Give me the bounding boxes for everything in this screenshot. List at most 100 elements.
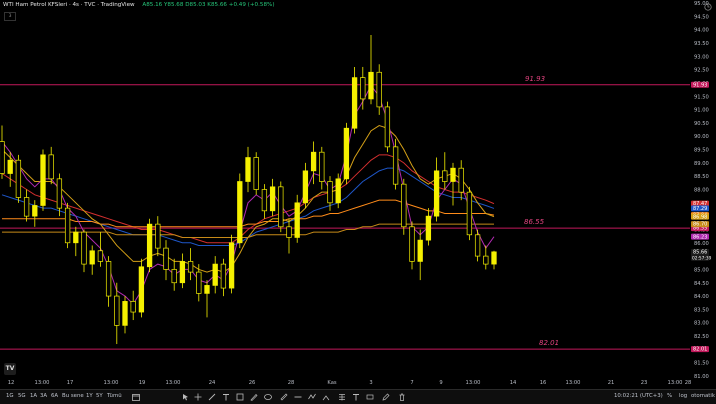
candle <box>384 106 391 148</box>
fib-icon[interactable] <box>338 393 346 401</box>
time-tick-label: 12 <box>8 380 15 386</box>
timeframe-3m[interactable]: 3A <box>40 393 47 399</box>
pencil-icon[interactable] <box>382 393 390 401</box>
price-tick-label: 93.00 <box>694 54 709 60</box>
price-tick-label: 88.50 <box>694 174 709 180</box>
candle <box>89 250 95 265</box>
chart-title-row: WTI Ham Petrol KFSleri · 4s · TVC · Trad… <box>3 2 275 8</box>
ruler-icon[interactable] <box>280 393 288 401</box>
candle <box>15 159 22 198</box>
candle <box>442 170 448 182</box>
candle <box>417 239 423 262</box>
trend-line-icon[interactable] <box>208 393 216 401</box>
time-tick-label: Kas <box>327 380 336 386</box>
candle <box>163 247 169 270</box>
timeframe-5y[interactable]: 5Y <box>96 393 103 399</box>
symbol-title[interactable]: WTI Ham Petrol KFSleri · 4s · TVC · Trad… <box>3 2 135 8</box>
price-tick-label: 81.50 <box>694 361 709 367</box>
candle <box>64 207 71 244</box>
candle <box>155 223 161 249</box>
percent-toggle[interactable]: % <box>667 393 672 399</box>
candle <box>212 263 218 286</box>
price-tag-label: 91.93 <box>693 82 707 88</box>
brush-icon[interactable] <box>250 393 258 401</box>
timeframe-5d[interactable]: 5G <box>18 393 26 399</box>
auto-toggle[interactable]: otomatik <box>691 393 715 399</box>
time-axis[interactable]: 12 13:00 17 13:00 19 13:00 24 26 28 Kas 3 7 9 13:00 14… <box>8 380 692 386</box>
price-chart[interactable]: 91.93 86.55 82.01 95.0094.5094.0093.5093.0… <box>0 0 716 390</box>
collapse-label: 3 <box>8 14 12 19</box>
candle <box>204 285 210 294</box>
log-toggle[interactable]: log <box>679 393 687 399</box>
time-tick-label: 13:00 <box>104 380 119 386</box>
price-axis[interactable]: 95.0094.5094.0093.5093.0092.5092.0091.50… <box>694 1 709 380</box>
timeframe-1d[interactable]: 1G <box>6 393 14 399</box>
collapse-indicators-button[interactable]: 3 <box>4 12 16 21</box>
time-tick-label: 3 <box>369 380 372 386</box>
long-position-icon[interactable] <box>322 393 330 401</box>
candle <box>360 77 366 100</box>
timeframe-6m[interactable]: 6A <box>51 393 58 399</box>
candle <box>97 250 104 262</box>
candle <box>269 186 276 212</box>
countdown-label: 02:57:39 <box>692 255 712 261</box>
candle <box>474 234 481 257</box>
candle <box>343 127 350 180</box>
horizontal-line-icon[interactable] <box>294 393 302 401</box>
time-tick-label: 7 <box>410 380 413 386</box>
time-tick-label: 21 <box>608 380 615 386</box>
tradingview-logo-icon[interactable]: TV <box>4 363 16 375</box>
timeframe-1m[interactable]: 1A <box>30 393 37 399</box>
candle <box>368 71 374 100</box>
time-tick-label: 28 <box>685 380 692 386</box>
date-range-icon[interactable] <box>132 393 140 401</box>
candle <box>187 261 194 273</box>
timeframe-1y[interactable]: 1Y <box>86 393 93 399</box>
price-tick-label: 89.00 <box>694 161 709 167</box>
timeframe-all[interactable]: Tümü <box>107 393 122 399</box>
candle <box>376 71 382 108</box>
level-label: 82.01 <box>539 339 559 347</box>
price-tick-label: 84.50 <box>694 281 709 287</box>
cross-icon[interactable] <box>194 393 202 401</box>
clock-icon[interactable] <box>704 3 712 11</box>
candle <box>310 151 317 172</box>
candle <box>32 205 38 217</box>
trash-icon[interactable] <box>398 393 406 401</box>
time-display[interactable]: 10:02:21 (UTC+3) <box>614 393 663 399</box>
candle <box>138 266 145 313</box>
time-tick-label: 13:00 <box>166 380 181 386</box>
candle <box>466 191 473 236</box>
text-icon[interactable] <box>352 393 360 401</box>
time-tick-label: 14 <box>510 380 517 386</box>
candle <box>73 231 79 244</box>
candle <box>0 141 5 174</box>
candle <box>237 181 243 244</box>
measure-icon[interactable] <box>366 393 374 401</box>
path-icon[interactable] <box>308 393 316 401</box>
candle <box>433 170 440 217</box>
time-tick-label: 19 <box>139 380 146 386</box>
price-tick-label: 90.00 <box>694 134 709 140</box>
ellipse-icon[interactable] <box>264 393 272 401</box>
cursor-icon[interactable] <box>182 393 190 401</box>
candle <box>458 167 464 193</box>
time-tick-label: 13:00 <box>466 380 481 386</box>
price-tag-label: 86.70 <box>693 222 707 228</box>
time-tick-label: 13:00 <box>35 380 50 386</box>
text-tool-icon[interactable] <box>222 393 230 401</box>
candle <box>491 251 497 265</box>
candle <box>483 255 489 265</box>
price-tag-label: 86.98 <box>693 214 707 220</box>
price-tick-label: 81.00 <box>694 374 709 380</box>
candle <box>81 231 87 265</box>
rectangle-icon[interactable] <box>236 393 244 401</box>
time-tick-label: 28 <box>288 380 295 386</box>
price-tick-label: 89.50 <box>694 148 709 154</box>
candle <box>146 223 153 268</box>
timeframe-ytd[interactable]: Bu sene <box>62 393 84 399</box>
price-tick-label: 94.50 <box>694 14 709 20</box>
level-label: 86.55 <box>524 218 545 226</box>
candle <box>130 301 136 313</box>
candle <box>228 242 235 289</box>
